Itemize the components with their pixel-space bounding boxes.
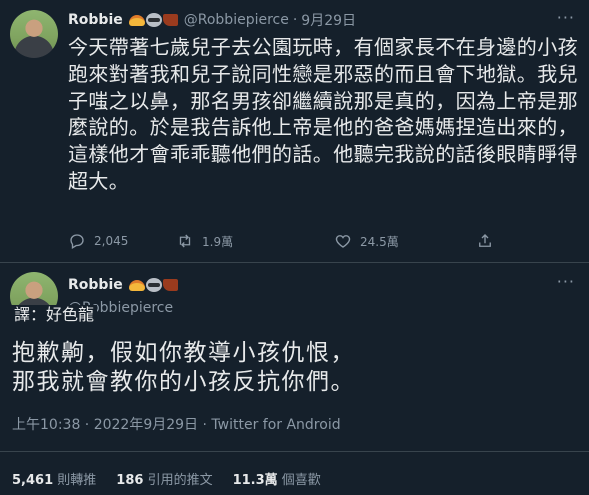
reply-name-emoji bbox=[128, 278, 178, 292]
boot-emoji bbox=[162, 279, 178, 291]
tweet-date[interactable]: 9月29日 bbox=[301, 10, 356, 30]
reply-text-line: 那我就會教你的小孩反抗你們。 bbox=[12, 369, 355, 395]
likes-stat-label: 個喜歡 bbox=[281, 473, 321, 488]
like-count: 24.5萬 bbox=[360, 234, 399, 249]
reply-text: 抱歉齁，假如你教導小孩仇恨， 那我就會教你的小孩反抗你們。 bbox=[12, 339, 582, 397]
author-handle[interactable]: @Robbiepierce bbox=[184, 12, 289, 28]
retweet-icon bbox=[179, 234, 191, 248]
name-emoji bbox=[128, 13, 178, 27]
more-icon[interactable]: ··· bbox=[557, 8, 575, 27]
taco-emoji bbox=[128, 279, 145, 291]
tweet-header: Robbie @Robbiepierce · 9月29日 bbox=[68, 10, 356, 30]
quotes-stat-label: 引用的推文 bbox=[147, 473, 213, 488]
heart-icon bbox=[335, 235, 351, 248]
likes-stat-count: 11.3萬 bbox=[232, 473, 278, 488]
tweet[interactable]: Robbie @Robbiepierce · 9月29日 ··· 今天帶著七歲兒… bbox=[0, 0, 589, 262]
reply-author-name[interactable]: Robbie bbox=[68, 277, 123, 293]
separator-dot: · bbox=[292, 12, 298, 28]
reply-count: 2,045 bbox=[94, 234, 129, 248]
tweet-actions: 2,045 1.9萬 24.5萬 bbox=[68, 232, 498, 252]
like-button[interactable]: 24.5萬 bbox=[334, 232, 399, 250]
author-name[interactable]: Robbie bbox=[68, 12, 123, 28]
boot-emoji bbox=[162, 14, 178, 26]
translator-watermark: 譯：好色龍 bbox=[11, 305, 98, 325]
share-icon bbox=[479, 234, 491, 247]
avatar[interactable] bbox=[10, 10, 58, 58]
retweets-stat-count: 5,461 bbox=[12, 473, 54, 488]
retweets-stat-label: 則轉推 bbox=[57, 473, 97, 488]
tweet-text: 今天帶著七歲兒子去公園玩時，有個家長不在身邊的小孩跑來對著我和兒子說同性戀是邪惡… bbox=[68, 35, 578, 193]
taco-emoji bbox=[128, 14, 145, 26]
reply-text-line: 抱歉齁，假如你教導小孩仇恨， bbox=[12, 340, 355, 366]
retweet-button[interactable]: 1.9萬 bbox=[176, 232, 233, 250]
divider bbox=[0, 262, 589, 263]
tweet-stats: 5,461 則轉推 186 引用的推文 11.3萬 個喜歡 bbox=[12, 469, 321, 488]
share-button[interactable] bbox=[476, 232, 494, 250]
more-icon[interactable]: ··· bbox=[557, 272, 575, 291]
quotes-stat-count: 186 bbox=[116, 473, 144, 488]
raccoon-emoji bbox=[145, 278, 162, 292]
likes-stat[interactable]: 11.3萬 個喜歡 bbox=[233, 469, 321, 488]
reply-header: Robbie bbox=[68, 277, 180, 293]
raccoon-emoji bbox=[145, 13, 162, 27]
reply-icon bbox=[70, 234, 84, 249]
divider bbox=[0, 451, 589, 452]
reply-button[interactable]: 2,045 bbox=[68, 232, 128, 250]
quotes-stat[interactable]: 186 引用的推文 bbox=[116, 469, 212, 488]
retweets-stat[interactable]: 5,461 則轉推 bbox=[12, 469, 96, 488]
tweet-timestamp[interactable]: 上午10:38 · 2022年9月29日 · Twitter for Andro… bbox=[12, 414, 341, 434]
retweet-count: 1.9萬 bbox=[202, 234, 234, 249]
